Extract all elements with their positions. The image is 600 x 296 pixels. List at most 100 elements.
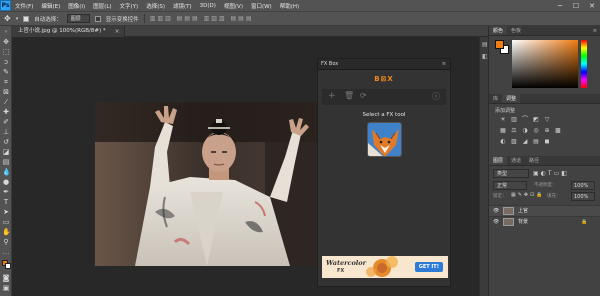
- layer-filter-kind: 类型: [497, 171, 508, 177]
- shape-tool-icon[interactable]: ▭: [2, 218, 10, 226]
- menu-type[interactable]: 文字(Y): [116, 2, 143, 10]
- brush-tool-icon[interactable]: ✐: [2, 118, 10, 126]
- move-tool-icon[interactable]: ✥: [4, 14, 11, 23]
- invert-icon[interactable]: ◐: [499, 138, 507, 145]
- more-tools-icon[interactable]: …: [2, 248, 10, 256]
- minimize-button[interactable]: ─: [552, 2, 568, 10]
- layer-select-dropdown[interactable]: 图层: [66, 14, 90, 23]
- crop-tool-icon[interactable]: ⌗: [2, 78, 10, 86]
- hand-tool-icon[interactable]: ✋: [2, 228, 11, 236]
- curves-icon[interactable]: ⌒: [521, 116, 529, 123]
- background-color-swatch[interactable]: [5, 263, 11, 269]
- threshold-icon[interactable]: ◢: [521, 138, 529, 145]
- align-icons[interactable]: ▥▥▥ ▤▤▤ ▥▥▥ ▤▤▤: [150, 15, 254, 22]
- panel-menu-icon[interactable]: ≡: [589, 26, 600, 35]
- close-button[interactable]: ✕: [584, 2, 600, 10]
- menu-3d[interactable]: 3D(D): [196, 3, 220, 9]
- marquee-tool-icon[interactable]: ⬚: [2, 48, 10, 56]
- hue-saturation-icon[interactable]: ▦: [499, 127, 507, 134]
- add-icon[interactable]: +: [328, 91, 336, 101]
- brightness-icon[interactable]: ☀: [499, 116, 507, 123]
- hue-slider[interactable]: [581, 40, 587, 88]
- menu-layer[interactable]: 图层(L): [89, 2, 115, 10]
- blend-mode-dropdown[interactable]: 正常: [493, 181, 527, 190]
- properties-panel-icon[interactable]: ◧: [482, 53, 488, 60]
- menu-edit[interactable]: 编辑(E): [37, 2, 64, 10]
- healing-tool-icon[interactable]: ✚: [2, 108, 10, 116]
- eyedropper-tool-icon[interactable]: ⁄: [2, 98, 10, 106]
- gradient-tool-icon[interactable]: ▤: [2, 158, 10, 166]
- quick-mask-icon[interactable]: ◙: [2, 274, 10, 282]
- layer-row[interactable]: 👁 背景 🔒: [489, 216, 600, 227]
- history-panel-icon[interactable]: ▤: [482, 41, 488, 48]
- zoom-tool-icon[interactable]: ⚲: [2, 238, 10, 246]
- watercolor-fx-banner[interactable]: Watercolor FX GET IT!: [322, 256, 448, 278]
- tab-paths[interactable]: 路径: [525, 156, 543, 165]
- menu-file[interactable]: 文件(F): [11, 2, 37, 10]
- panel-menu-icon[interactable]: ≡: [442, 59, 446, 70]
- stamp-tool-icon[interactable]: ⊥: [2, 128, 10, 136]
- screen-mode-icon[interactable]: ▣: [2, 284, 10, 292]
- visibility-eye-icon[interactable]: 👁: [493, 217, 499, 227]
- help-icon[interactable]: ⓘ: [432, 91, 440, 102]
- frame-tool-icon[interactable]: ⊠: [2, 88, 10, 96]
- refresh-icon[interactable]: ⟳: [360, 91, 367, 100]
- fx-tool-thumbnail[interactable]: [366, 122, 402, 157]
- gradient-map-icon[interactable]: ▤: [532, 138, 540, 145]
- document-photo[interactable]: [95, 102, 317, 266]
- show-transform-checkbox[interactable]: [94, 15, 101, 22]
- document-tab[interactable]: 上官小说.jpg @ 100%(RGB/8#) * ×: [12, 26, 125, 37]
- toolbox-collapse-icon[interactable]: »: [2, 28, 10, 36]
- photo-filter-icon[interactable]: ◎: [532, 127, 540, 134]
- blur-tool-icon[interactable]: 💧: [2, 168, 11, 176]
- levels-icon[interactable]: ▥: [510, 116, 518, 123]
- dodge-tool-icon[interactable]: ●: [2, 178, 10, 186]
- menu-window[interactable]: 窗口(W): [247, 2, 276, 10]
- trash-icon[interactable]: 🗑: [344, 91, 354, 100]
- menu-image[interactable]: 图像(I): [64, 2, 89, 10]
- selective-color-icon[interactable]: ◼: [543, 138, 551, 145]
- fill-input[interactable]: 100%: [571, 192, 595, 201]
- pen-tool-icon[interactable]: ✒: [2, 188, 10, 196]
- close-tab-icon[interactable]: ×: [115, 26, 120, 37]
- layer-filter-dropdown[interactable]: 类型: [493, 169, 529, 178]
- exposure-icon[interactable]: ◩: [532, 116, 540, 123]
- tab-color[interactable]: 颜色: [489, 26, 508, 35]
- color-field[interactable]: [512, 40, 578, 88]
- visibility-eye-icon[interactable]: 👁: [493, 206, 499, 216]
- menu-help[interactable]: 帮助(H): [276, 2, 303, 10]
- menu-filter[interactable]: 滤镜(T): [169, 2, 196, 10]
- tab-channels[interactable]: 通道: [507, 156, 525, 165]
- layer-thumbnail: [503, 218, 514, 226]
- black-white-icon[interactable]: ◑: [521, 127, 529, 134]
- layer-filter-icons[interactable]: ▣◐T▭◧: [533, 170, 569, 177]
- opacity-input[interactable]: 100%: [571, 181, 595, 190]
- tab-swatches[interactable]: 色板: [507, 26, 525, 35]
- color-lookup-icon[interactable]: ▩: [554, 127, 562, 134]
- tool-preset-dropdown-icon[interactable]: ▾: [16, 16, 19, 22]
- lock-icons[interactable]: ▦✎✥⊡🔒: [511, 192, 545, 198]
- tab-layers[interactable]: 图层: [489, 156, 508, 165]
- menu-bar: Ps 文件(F) 编辑(E) 图像(I) 图层(L) 文字(Y) 选择(S) 滤…: [0, 0, 600, 11]
- tab-libraries[interactable]: 库: [489, 94, 502, 103]
- layer-row[interactable]: 👁 上官: [489, 205, 600, 216]
- color-balance-icon[interactable]: ⚖: [510, 127, 518, 134]
- channel-mixer-icon[interactable]: ⊕: [543, 127, 551, 134]
- vibrance-icon[interactable]: ▽: [543, 116, 551, 123]
- posterize-icon[interactable]: ▧: [510, 138, 518, 145]
- tab-adjustments[interactable]: 调整: [502, 94, 521, 103]
- move-tool-icon[interactable]: ✥: [2, 38, 10, 46]
- quick-select-tool-icon[interactable]: ✎: [2, 68, 10, 76]
- menu-view[interactable]: 视图(V): [220, 2, 247, 10]
- menu-select[interactable]: 选择(S): [142, 2, 169, 10]
- foreground-color-chip[interactable]: [495, 40, 504, 49]
- type-tool-icon[interactable]: T: [2, 198, 10, 206]
- path-select-tool-icon[interactable]: ➤: [2, 208, 10, 216]
- history-brush-tool-icon[interactable]: ↺: [2, 138, 10, 146]
- lasso-tool-icon[interactable]: ↄ: [2, 58, 10, 66]
- maximize-button[interactable]: ☐: [568, 2, 584, 10]
- lock-icon: 🔒: [581, 219, 588, 225]
- get-it-button[interactable]: GET IT!: [414, 262, 443, 272]
- auto-select-checkbox[interactable]: [23, 15, 30, 22]
- eraser-tool-icon[interactable]: ◪: [2, 148, 10, 156]
